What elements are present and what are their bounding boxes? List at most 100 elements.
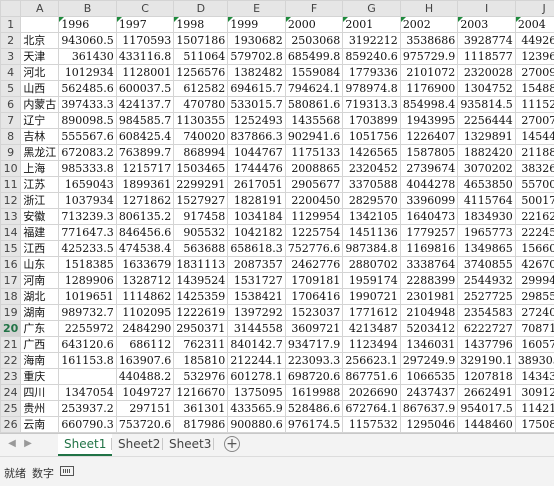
value-cell[interactable]: 1703899 — [343, 113, 401, 129]
row-header[interactable]: 16 — [1, 257, 21, 273]
value-cell[interactable]: 1346031 — [400, 337, 458, 353]
value-cell[interactable]: 361301 — [174, 401, 228, 417]
value-cell[interactable]: 580861.6 — [285, 97, 343, 113]
value-cell[interactable]: 1012934 — [59, 65, 117, 81]
value-cell[interactable] — [59, 369, 117, 385]
value-cell[interactable]: 1239682 — [515, 49, 554, 65]
value-cell[interactable]: 1066535 — [400, 369, 458, 385]
province-name-cell[interactable]: 上海 — [21, 161, 59, 177]
province-name-cell[interactable]: 山西 — [21, 81, 59, 97]
value-cell[interactable]: 1157532 — [343, 417, 401, 433]
value-cell[interactable]: 1142162 — [515, 401, 554, 417]
column-header-g[interactable]: G — [343, 1, 401, 17]
province-name-cell[interactable]: 湖北 — [21, 289, 59, 305]
value-cell[interactable]: 600037.5 — [116, 81, 174, 97]
value-cell[interactable]: 2905677 — [285, 177, 343, 193]
value-cell[interactable]: 2087357 — [228, 257, 286, 273]
column-header-f[interactable]: F — [285, 1, 343, 17]
value-cell[interactable]: 2008865 — [285, 161, 343, 177]
value-cell[interactable]: 2256444 — [458, 113, 516, 129]
value-cell[interactable]: 3070202 — [458, 161, 516, 177]
row-header[interactable]: 7 — [1, 113, 21, 129]
province-name-cell[interactable]: 黑龙江 — [21, 145, 59, 161]
value-cell[interactable]: 1207818 — [458, 369, 516, 385]
sheet-tab-sheet1[interactable]: Sheet1 — [58, 434, 112, 456]
value-cell[interactable]: 2288399 — [400, 273, 458, 289]
value-cell[interactable]: 1226407 — [400, 129, 458, 145]
value-cell[interactable]: 1779257 — [400, 225, 458, 241]
next-sheet-icon[interactable]: ▶ — [22, 438, 34, 450]
cell-a1[interactable] — [21, 17, 59, 33]
value-cell[interactable]: 1959174 — [343, 273, 401, 289]
sheet-tab-sheet2[interactable]: Sheet2 — [112, 434, 166, 454]
value-cell[interactable]: 2101072 — [400, 65, 458, 81]
province-name-cell[interactable]: 广东 — [21, 321, 59, 337]
value-cell[interactable]: 1382482 — [228, 65, 286, 81]
value-cell[interactable]: 1170593 — [116, 33, 174, 49]
value-cell[interactable]: 917458 — [174, 209, 228, 225]
year-header-cell[interactable]: 2000 — [285, 17, 343, 33]
province-name-cell[interactable]: 云南 — [21, 417, 59, 433]
value-cell[interactable]: 1437796 — [458, 337, 516, 353]
value-cell[interactable]: 1328712 — [116, 273, 174, 289]
value-cell[interactable]: 2617051 — [228, 177, 286, 193]
select-all-corner[interactable] — [1, 1, 21, 17]
value-cell[interactable]: 672764.1 — [343, 401, 401, 417]
value-cell[interactable]: 433116.8 — [116, 49, 174, 65]
value-cell[interactable]: 2662491 — [458, 385, 516, 401]
value-cell[interactable]: 1750841 — [515, 417, 554, 433]
value-cell[interactable]: 1659043 — [59, 177, 117, 193]
value-cell[interactable]: 3338764 — [400, 257, 458, 273]
value-cell[interactable]: 3609721 — [285, 321, 343, 337]
value-cell[interactable]: 1834930 — [458, 209, 516, 225]
value-cell[interactable]: 1329891 — [458, 129, 516, 145]
value-cell[interactable]: 900880.6 — [228, 417, 286, 433]
value-cell[interactable]: 4267089 — [515, 257, 554, 273]
value-cell[interactable]: 1587805 — [400, 145, 458, 161]
value-cell[interactable]: 2320028 — [458, 65, 516, 81]
value-cell[interactable]: 672083.2 — [59, 145, 117, 161]
value-cell[interactable]: 1349865 — [458, 241, 516, 257]
value-cell[interactable]: 2216291 — [515, 209, 554, 225]
value-cell[interactable]: 1709181 — [285, 273, 343, 289]
value-cell[interactable]: 698720.6 — [285, 369, 343, 385]
value-cell[interactable]: 1633679 — [116, 257, 174, 273]
value-cell[interactable]: 2724014 — [515, 305, 554, 321]
value-cell[interactable]: 794624.1 — [285, 81, 343, 97]
row-header[interactable]: 14 — [1, 225, 21, 241]
value-cell[interactable]: 532976 — [174, 369, 228, 385]
column-header-i[interactable]: I — [458, 1, 516, 17]
value-cell[interactable]: 1831113 — [174, 257, 228, 273]
province-name-cell[interactable]: 湖南 — [21, 305, 59, 321]
row-header[interactable]: 10 — [1, 161, 21, 177]
province-name-cell[interactable]: 河北 — [21, 65, 59, 81]
value-cell[interactable]: 985333.8 — [59, 161, 117, 177]
value-cell[interactable]: 740020 — [174, 129, 228, 145]
value-cell[interactable]: 2544932 — [458, 273, 516, 289]
value-cell[interactable]: 902941.6 — [285, 129, 343, 145]
value-cell[interactable]: 297249.9 — [400, 353, 458, 369]
value-cell[interactable]: 4492628 — [515, 33, 554, 49]
value-cell[interactable]: 934717.9 — [285, 337, 343, 353]
value-cell[interactable]: 943060.5 — [59, 33, 117, 49]
value-cell[interactable]: 753720.6 — [116, 417, 174, 433]
row-header[interactable]: 15 — [1, 241, 21, 257]
value-cell[interactable]: 660790.3 — [59, 417, 117, 433]
column-header-e[interactable]: E — [228, 1, 286, 17]
value-cell[interactable]: 1271862 — [116, 193, 174, 209]
value-cell[interactable]: 1454419 — [515, 129, 554, 145]
province-name-cell[interactable]: 贵州 — [21, 401, 59, 417]
value-cell[interactable]: 329190.1 — [458, 353, 516, 369]
value-cell[interactable]: 1425359 — [174, 289, 228, 305]
value-cell[interactable]: 1130355 — [174, 113, 228, 129]
year-header-cell[interactable]: 2004 — [515, 17, 554, 33]
value-cell[interactable]: 1434395 — [515, 369, 554, 385]
value-cell[interactable]: 2354583 — [458, 305, 516, 321]
value-cell[interactable]: 2527725 — [458, 289, 516, 305]
row-header[interactable]: 5 — [1, 81, 21, 97]
province-name-cell[interactable]: 江西 — [21, 241, 59, 257]
value-cell[interactable]: 817986 — [174, 417, 228, 433]
value-cell[interactable]: 1375095 — [228, 385, 286, 401]
value-cell[interactable]: 5203412 — [400, 321, 458, 337]
value-cell[interactable]: 1044767 — [228, 145, 286, 161]
